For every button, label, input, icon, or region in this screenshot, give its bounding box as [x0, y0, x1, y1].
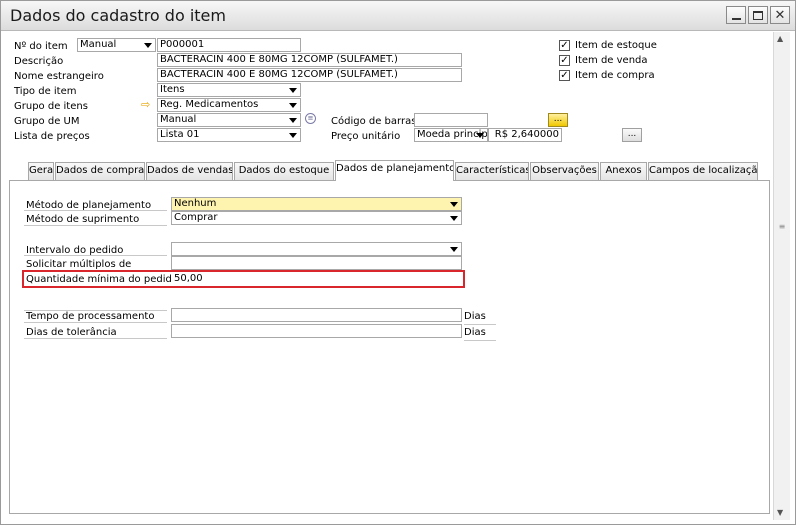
unit-price-browse-button[interactable]: ... — [622, 128, 642, 142]
price-list-label: Lista de preços — [14, 131, 90, 142]
lead-time-input[interactable] — [171, 308, 462, 322]
tab-attachments[interactable]: Anexos — [600, 162, 647, 180]
tab-general[interactable]: Geral — [28, 162, 54, 180]
inventory-item-checkbox[interactable]: ✓ — [559, 40, 570, 51]
item-no-series-select[interactable]: Manual — [77, 38, 156, 52]
inventory-item-label: Item de estoque — [575, 40, 657, 51]
close-button[interactable]: ✕ — [770, 6, 790, 24]
purchase-item-checkbox[interactable]: ✓ — [559, 70, 570, 81]
link-arrow-icon[interactable]: ⇨ — [141, 98, 150, 111]
planning-method-select[interactable]: Nenhum — [171, 197, 462, 211]
window-title: Dados do cadastro do item — [10, 6, 226, 25]
divider — [24, 255, 167, 256]
item-group-label: Grupo de itens — [14, 101, 88, 112]
minimize-icon — [731, 18, 741, 20]
tolerance-days-label: Dias de tolerância — [26, 327, 117, 338]
tolerance-days-input[interactable] — [171, 324, 462, 338]
order-interval-select[interactable] — [171, 242, 462, 256]
tab-bin-location-fields[interactable]: Campos de localização — [648, 162, 758, 180]
uom-group-label: Grupo de UM — [14, 116, 80, 127]
item-type-select[interactable]: Itens — [157, 83, 301, 97]
tab-sales-data[interactable]: Dados de vendas — [146, 162, 233, 180]
price-list-select[interactable]: Lista 01 — [157, 128, 301, 142]
foreign-name-label: Nome estrangeiro — [14, 71, 104, 82]
barcode-input[interactable] — [414, 113, 488, 127]
tab-properties[interactable]: Características — [455, 162, 529, 180]
divider — [24, 210, 167, 211]
divider — [24, 310, 167, 311]
barcode-label: Código de barras — [331, 116, 417, 127]
sales-item-label: Item de venda — [575, 55, 648, 66]
tab-remarks[interactable]: Observações — [530, 162, 599, 180]
lead-time-label: Tempo de processamento — [26, 311, 155, 322]
order-multiple-label: Solicitar múltiplos de — [26, 259, 132, 270]
procurement-method-select[interactable]: Comprar — [171, 211, 462, 225]
barcode-browse-button[interactable]: ... — [548, 113, 568, 127]
item-no-label: Nº do item — [14, 41, 68, 52]
lead-time-unit: Dias — [464, 311, 496, 325]
tab-planning-data[interactable]: Dados de planejamento — [335, 160, 454, 181]
maximize-button[interactable] — [748, 6, 768, 24]
min-order-quantity-input[interactable]: 50,00 — [171, 272, 462, 286]
order-multiple-input[interactable] — [171, 256, 462, 270]
minimize-button[interactable] — [726, 6, 746, 24]
scroll-grip-icon[interactable]: ≡ — [776, 222, 788, 234]
item-no-input[interactable]: P000001 — [157, 38, 301, 52]
scroll-down-icon[interactable]: ▼ — [777, 508, 783, 517]
divider — [24, 322, 167, 323]
unit-price-label: Preço unitário — [331, 131, 401, 142]
uom-group-select[interactable]: Manual — [157, 113, 301, 127]
tab-inventory-data[interactable]: Dados do estoque — [234, 162, 334, 180]
tab-purchasing-data[interactable]: Dados de compra — [55, 162, 145, 180]
procurement-method-label: Método de suprimento — [26, 214, 140, 225]
unit-price-input[interactable]: R$ 2,640000 — [488, 128, 562, 142]
item-type-label: Tipo de item — [14, 86, 77, 97]
item-group-select[interactable]: Reg. Medicamentos — [157, 98, 301, 112]
description-input[interactable]: BACTERACIN 400 E 80MG 12COMP (SULFAMET.) — [157, 53, 462, 67]
uom-group-details-icon[interactable]: ≡ — [305, 113, 316, 124]
vertical-scrollbar[interactable]: ▲ ≡ ▼ — [773, 32, 790, 520]
foreign-name-input[interactable]: BACTERACIN 400 E 80MG 12COMP (SULFAMET.) — [157, 68, 462, 82]
description-label: Descrição — [14, 56, 64, 67]
min-order-quantity-label: Quantidade mínima do pedido — [26, 274, 178, 285]
close-icon: ✕ — [774, 7, 786, 23]
purchase-item-label: Item de compra — [575, 70, 655, 81]
maximize-icon — [753, 10, 763, 20]
tolerance-days-unit: Dias — [464, 327, 496, 341]
scroll-up-icon[interactable]: ▲ — [777, 34, 783, 43]
divider — [24, 338, 167, 339]
currency-select[interactable]: Moeda princip — [414, 128, 488, 142]
planning-tab-panel — [9, 180, 770, 514]
sales-item-checkbox[interactable]: ✓ — [559, 55, 570, 66]
divider — [24, 225, 167, 226]
